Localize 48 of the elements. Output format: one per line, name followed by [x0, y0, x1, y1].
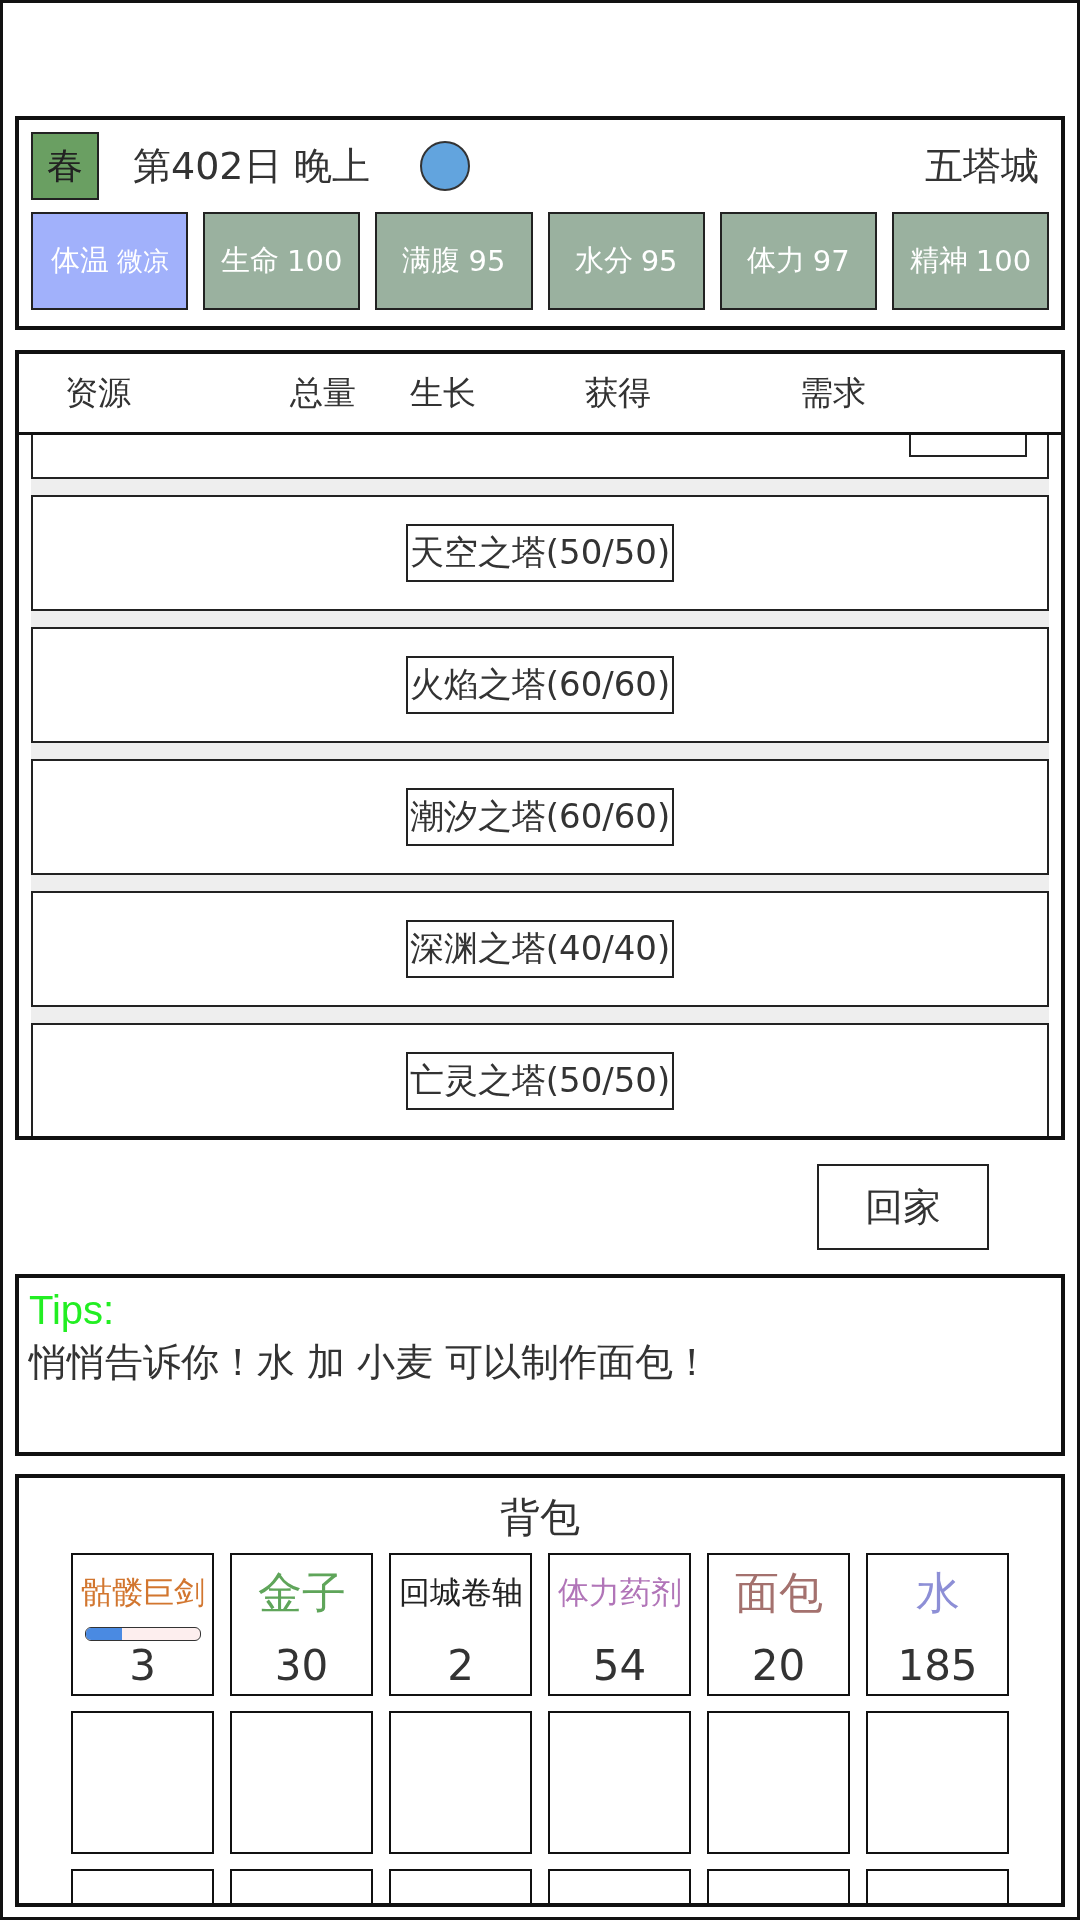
location-name: 五塔城: [925, 142, 1039, 190]
season-label: 春: [31, 132, 99, 200]
tower-button[interactable]: 天空之塔(50/50): [405, 524, 675, 582]
item-count: 2: [447, 1641, 474, 1690]
item-name: 面包: [734, 1567, 823, 1619]
stat-tile: 体力 97: [719, 212, 877, 310]
empty-slot[interactable]: [866, 1711, 1009, 1854]
backpack-title: 背包: [500, 1493, 580, 1542]
stat-tile: 水分 95: [547, 212, 705, 310]
empty-slot[interactable]: [707, 1711, 850, 1854]
item-name: 回城卷轴: [398, 1573, 523, 1612]
item-name: 水: [915, 1567, 960, 1619]
column-header: 获得: [585, 371, 652, 414]
tips-title: Tips:: [29, 1288, 116, 1333]
item-count: 30: [274, 1641, 329, 1690]
empty-slot[interactable]: [548, 1711, 691, 1854]
empty-slot[interactable]: [230, 1711, 373, 1854]
tower-button[interactable]: 潮汐之塔(60/60): [405, 788, 675, 846]
item-slot[interactable]: 面包 20: [707, 1553, 850, 1696]
item-name: 骷髅巨剑: [80, 1573, 205, 1612]
item-slot[interactable]: 回城卷轴 2: [389, 1553, 532, 1696]
tower-button[interactable]: 深渊之塔(40/40): [405, 920, 675, 978]
stat-tile: 满腹 95: [375, 212, 533, 310]
item-count: 3: [129, 1641, 156, 1690]
empty-slot[interactable]: [389, 1711, 532, 1854]
stat-tile: 体温 微凉: [31, 212, 189, 310]
column-header: 生长: [410, 371, 477, 414]
item-slot[interactable]: 骷髅巨剑 3: [71, 1553, 214, 1696]
item-count: 20: [751, 1641, 806, 1690]
item-name: 金子: [257, 1567, 346, 1619]
column-header: 总量: [290, 371, 357, 414]
moon-icon: [419, 141, 470, 191]
home-button[interactable]: 回家: [817, 1164, 989, 1250]
tower-button[interactable]: 亡灵之塔(50/50): [405, 1052, 675, 1110]
item-count: 54: [592, 1641, 647, 1690]
column-header: 需求: [800, 371, 867, 414]
date-time: 第402日 晚上: [133, 142, 370, 190]
item-slot[interactable]: 金子 30: [230, 1553, 373, 1696]
item-name: 体力药剂: [557, 1573, 682, 1612]
item-slot[interactable]: 体力药剂 54: [548, 1553, 691, 1696]
tower-button[interactable]: 火焰之塔(60/60): [405, 656, 675, 714]
column-header: 资源: [65, 371, 132, 414]
stat-tile: 精神 100: [891, 212, 1050, 310]
item-slot[interactable]: 水 185: [866, 1553, 1009, 1696]
tips-text: 悄悄告诉你！水 加 小麦 可以制作面包！: [29, 1339, 713, 1386]
stat-tile: 生命 100: [203, 212, 361, 310]
empty-slot[interactable]: [71, 1711, 214, 1854]
item-count: 185: [897, 1641, 978, 1690]
